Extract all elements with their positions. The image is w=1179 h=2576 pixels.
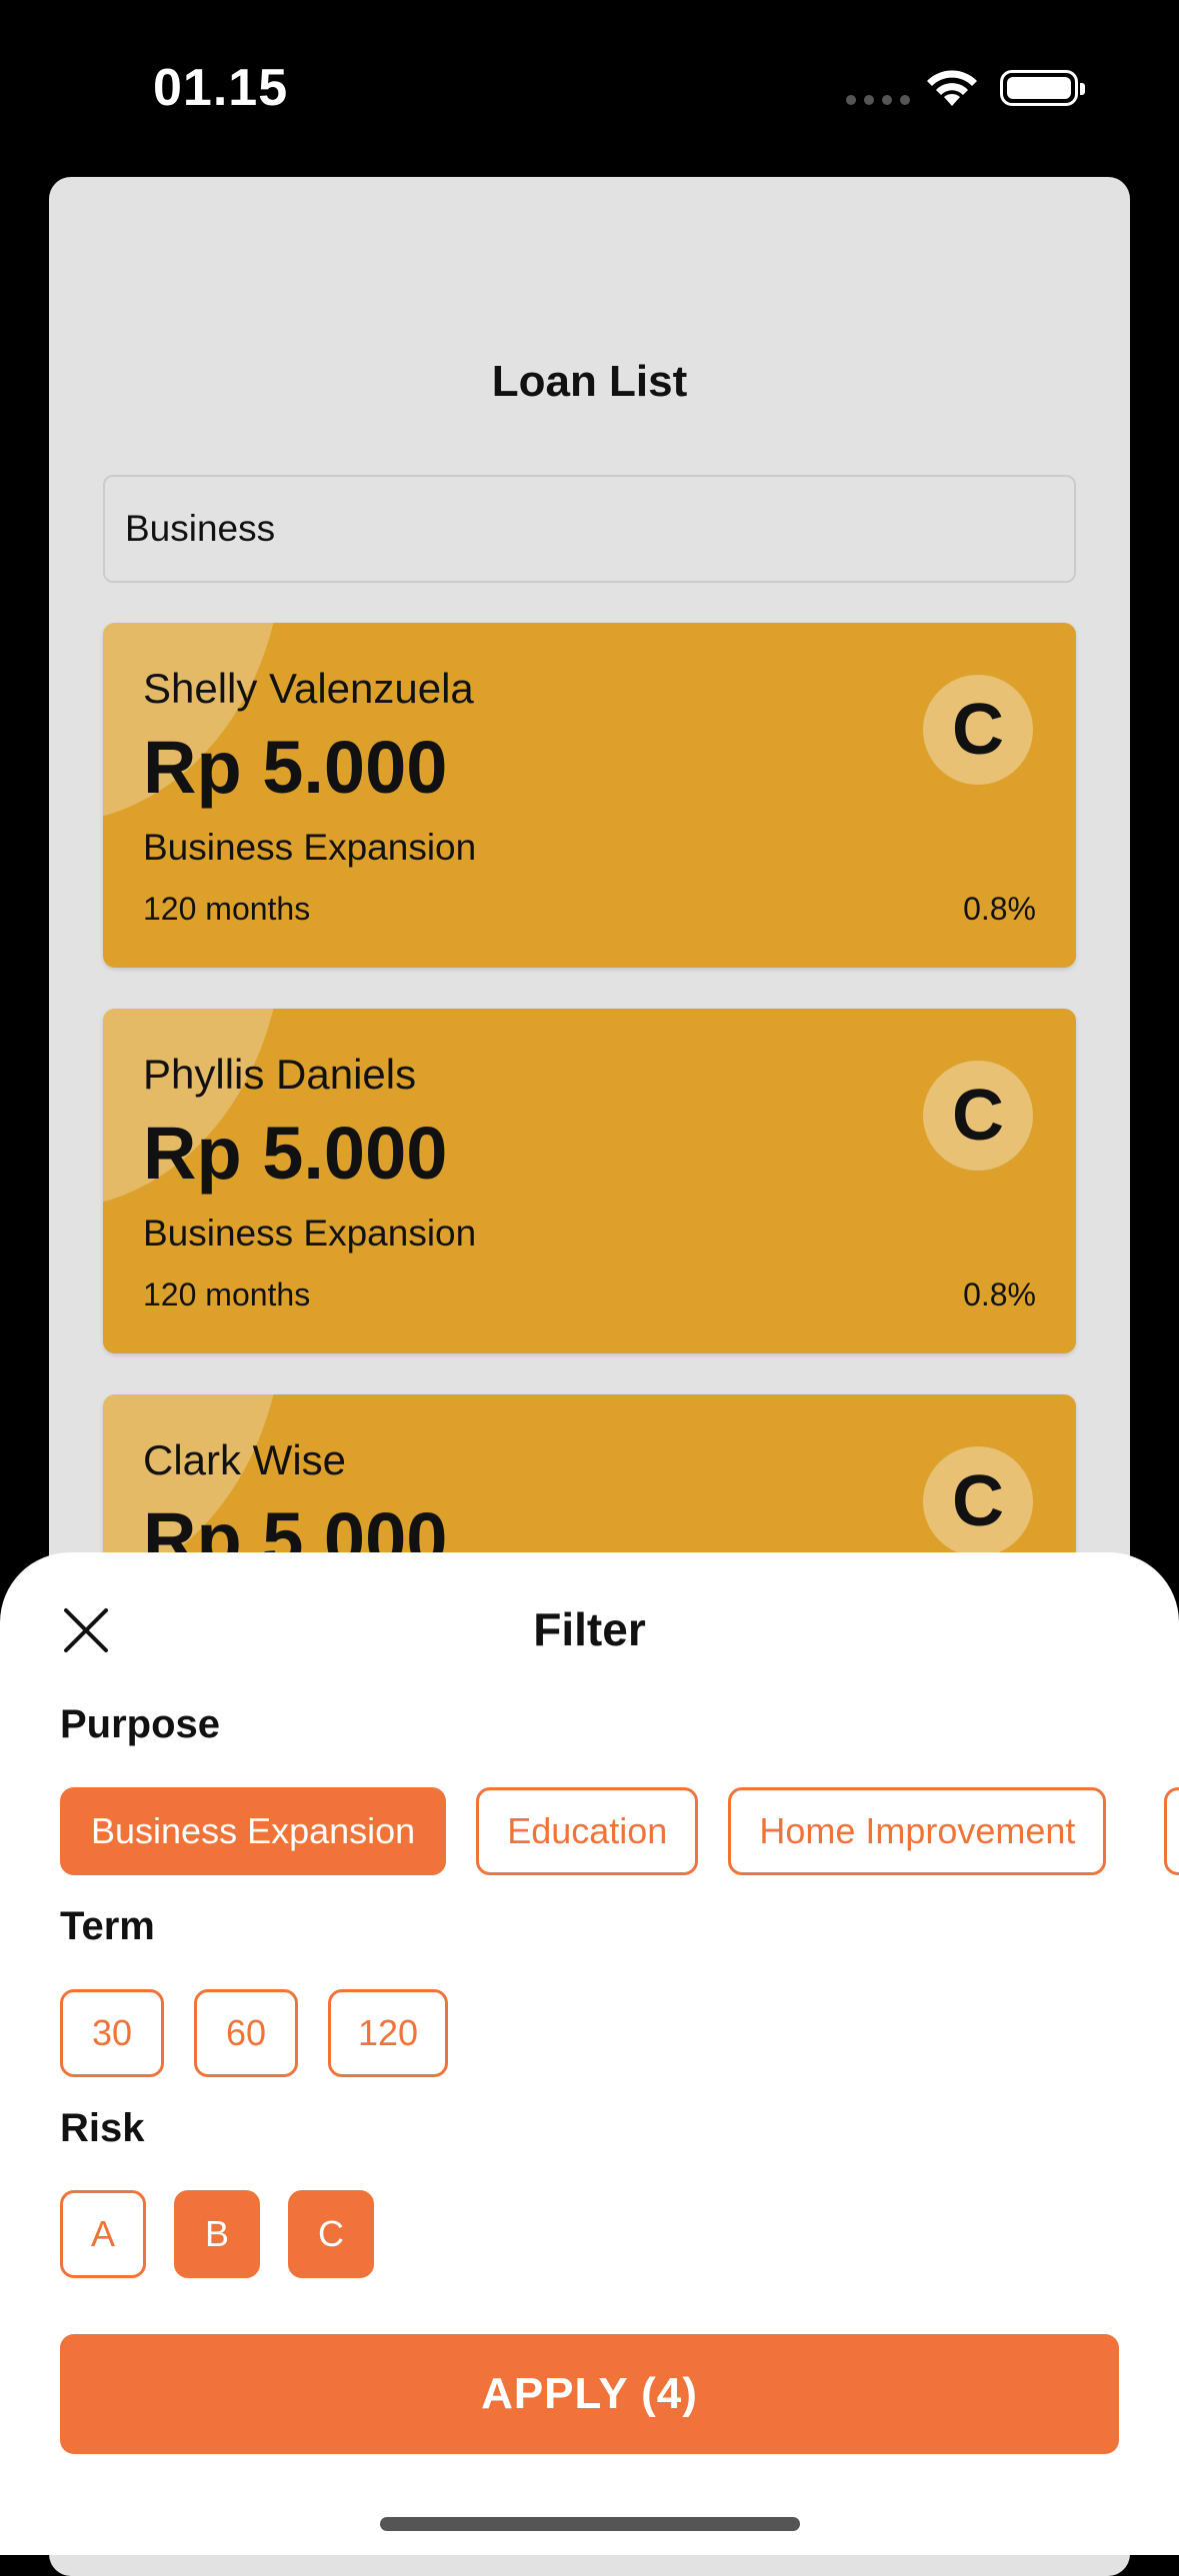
battery-icon [1000, 70, 1085, 106]
wifi-icon [927, 70, 977, 106]
purpose-chip-overflow[interactable] [1164, 1787, 1179, 1875]
risk-chip-a[interactable]: A [60, 2190, 146, 2278]
status-time: 01.15 [153, 59, 289, 117]
risk-grade-badge: C [923, 1446, 1033, 1556]
loan-term: 120 months [143, 1277, 311, 1312]
purpose-options: Business Expansion Education Home Improv… [60, 1787, 1107, 1875]
purpose-chip-education[interactable]: Education [476, 1787, 699, 1875]
term-chip-60[interactable]: 60 [194, 1989, 298, 2077]
loan-term: 120 months [143, 891, 311, 927]
borrower-name: Clark Wise [143, 1436, 347, 1483]
home-indicator [380, 2517, 800, 2531]
risk-chip-b[interactable]: B [174, 2190, 260, 2278]
loan-purpose: Business Expansion [143, 827, 477, 868]
term-chip-30[interactable]: 30 [60, 1989, 164, 2077]
risk-chip-c[interactable]: C [288, 2190, 374, 2278]
cellular-signal-icon [846, 95, 910, 105]
term-options: 30 60 120 [60, 1989, 448, 2077]
page-title: Loan List [491, 357, 688, 406]
loan-card[interactable]: Shelly Valenzuela Rp 5.000 Business Expa… [103, 623, 1076, 968]
filter-sheet: Filter Purpose Business Expansion Educat… [0, 1552, 1179, 2555]
filter-title: Filter [533, 1603, 646, 1655]
loan-purpose: Business Expansion [143, 1213, 477, 1254]
borrower-name: Shelly Valenzuela [143, 665, 474, 712]
term-chip-120[interactable]: 120 [328, 1989, 448, 2077]
risk-label: Risk [60, 2106, 145, 2150]
loan-card[interactable]: Phyllis Daniels Rp 5.000 Business Expans… [103, 1009, 1076, 1353]
term-label: Term [60, 1904, 155, 1948]
risk-options: A B C [60, 2190, 374, 2278]
purpose-chip-business-expansion[interactable]: Business Expansion [60, 1787, 447, 1875]
purpose-chip-home-improvement[interactable]: Home Improvement [728, 1787, 1107, 1875]
loan-amount: Rp 5.000 [143, 1112, 448, 1195]
apply-button[interactable]: APPLY (4) [60, 2334, 1119, 2454]
loan-rate: 0.8% [963, 891, 1036, 927]
risk-grade-badge: C [923, 675, 1033, 785]
loan-amount: Rp 5.000 [143, 726, 448, 809]
loan-rate: 0.8% [963, 1277, 1036, 1312]
purpose-label: Purpose [60, 1702, 221, 1746]
borrower-name: Phyllis Daniels [143, 1051, 417, 1098]
risk-grade-badge: C [923, 1061, 1033, 1171]
search-input[interactable] [103, 475, 1076, 583]
